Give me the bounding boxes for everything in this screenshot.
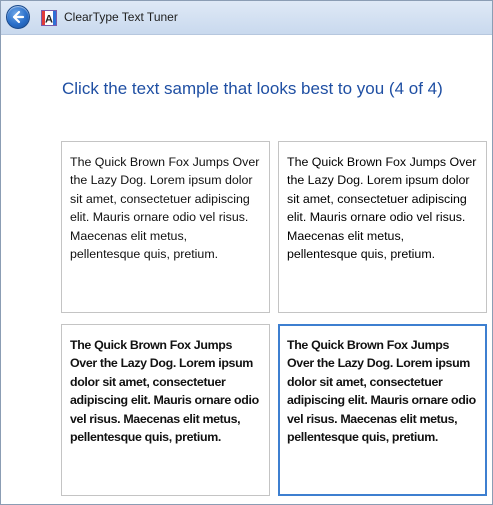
back-arrow-icon (12, 10, 25, 24)
text-sample-4-selected[interactable]: The Quick Brown Fox Jumps Over the Lazy … (278, 324, 487, 496)
sample-text: The Quick Brown Fox Jumps Over the Lazy … (70, 155, 260, 262)
text-sample-2[interactable]: The Quick Brown Fox Jumps Over the Lazy … (278, 141, 487, 313)
svg-text:A: A (45, 14, 53, 26)
cleartype-app-icon: A (41, 10, 57, 26)
sample-text: The Quick Brown Fox Jumps Over the Lazy … (287, 155, 477, 262)
text-sample-1[interactable]: The Quick Brown Fox Jumps Over the Lazy … (61, 141, 270, 313)
title-bar: A ClearType Text Tuner (1, 1, 492, 35)
sample-text: The Quick Brown Fox Jumps Over the Lazy … (70, 338, 259, 445)
text-sample-3[interactable]: The Quick Brown Fox Jumps Over the Lazy … (61, 324, 270, 496)
page-heading: Click the text sample that looks best to… (62, 79, 443, 98)
cleartype-tuner-window: A ClearType Text Tuner Click the text sa… (0, 0, 493, 505)
back-button[interactable] (6, 5, 30, 29)
sample-text: The Quick Brown Fox Jumps Over the Lazy … (287, 338, 476, 445)
window-title: ClearType Text Tuner (64, 10, 178, 24)
